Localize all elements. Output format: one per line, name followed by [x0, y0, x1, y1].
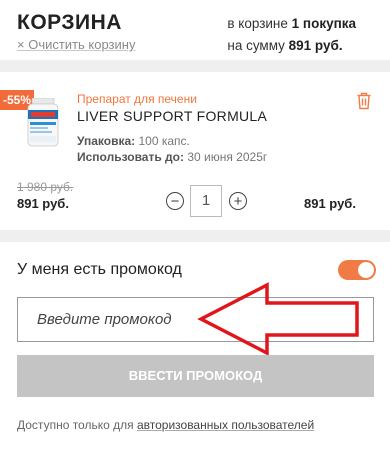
auth-users-link[interactable]: авторизованных пользователей — [137, 418, 314, 432]
old-price: 1 980 руб. — [17, 180, 74, 194]
use-by-label: Использовать до: — [77, 150, 184, 164]
item-total: 891 руб. — [304, 196, 356, 211]
quantity-increase-button[interactable]: + — [229, 192, 247, 210]
promo-code-input[interactable]: Введите промокод — [17, 297, 374, 342]
unit-price: 891 руб. — [17, 196, 69, 211]
clear-cart-link[interactable]: × Очистить корзину — [17, 37, 135, 52]
product-use-by: Использовать до: 30 июня 2025г — [77, 150, 267, 164]
quantity-input[interactable]: 1 — [190, 185, 222, 217]
apply-promo-button[interactable]: ВВЕСТИ ПРОМОКОД — [17, 355, 374, 397]
product-image[interactable] — [24, 97, 62, 148]
promo-section: У меня есть промокод Введите промокод ВВ… — [0, 242, 390, 450]
cart-item: -55% Препарат для печени LIVER SUPPORT F… — [0, 72, 390, 230]
promo-note: Доступно только для авторизованных польз… — [17, 418, 314, 432]
cart-summary: в корзине 1 покупка на сумму 891 руб. — [227, 13, 356, 57]
summary-sum-prefix: на сумму — [227, 38, 289, 53]
summary-sum: 891 руб. — [288, 38, 343, 53]
promo-toggle[interactable] — [338, 260, 376, 280]
promo-note-text: Доступно только для — [17, 418, 137, 432]
trash-icon[interactable] — [356, 92, 372, 110]
toggle-knob — [358, 262, 374, 278]
summary-prefix: в корзине — [227, 16, 292, 31]
product-package: Упаковка: 100 капс. — [77, 134, 190, 148]
summary-count: 1 покупка — [291, 16, 356, 31]
page-title: КОРЗИНА — [17, 11, 122, 34]
package-label: Упаковка: — [77, 134, 136, 148]
product-name[interactable]: LIVER SUPPORT FORMULA — [77, 108, 267, 124]
product-category: Препарат для печени — [77, 92, 197, 106]
package-value: 100 капс. — [135, 134, 190, 148]
quantity-decrease-button[interactable]: − — [166, 192, 184, 210]
use-by-value: 30 июня 2025г — [184, 150, 268, 164]
promo-title: У меня есть промокод — [17, 261, 182, 278]
cart-header: КОРЗИНА × Очистить корзину в корзине 1 п… — [0, 0, 390, 60]
